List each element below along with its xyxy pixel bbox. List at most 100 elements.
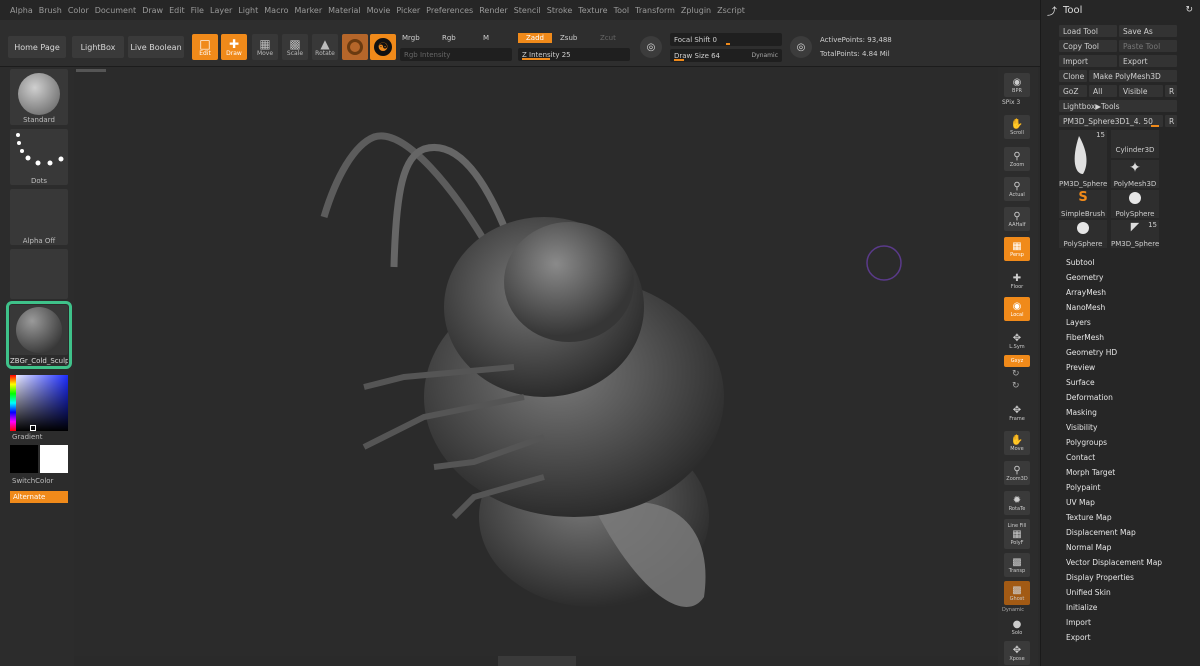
live-boolean-button[interactable]: Live Boolean [128,36,184,58]
menu-edit[interactable]: Edit [169,6,185,15]
menu-brush[interactable]: Brush [39,6,62,15]
menu-document[interactable]: Document [95,6,136,15]
subpalette-preview[interactable]: Preview [1066,363,1095,372]
paste-tool-button[interactable]: Paste Tool [1119,40,1177,52]
color-picker-handle[interactable] [30,425,36,431]
menu-alpha[interactable]: Alpha [10,6,33,15]
lightbox-tools-button[interactable]: Lightbox▶Tools [1059,100,1177,112]
menu-material[interactable]: Material [328,6,361,15]
draw-size-slider[interactable]: Draw Size 64 Dynamic [670,49,782,62]
subpalette-uv-map[interactable]: UV Map [1066,498,1095,507]
z-intensity-slider[interactable]: Z Intensity 25 [518,48,630,61]
rgb-button[interactable]: Rgb [442,34,456,42]
dynamic-size-icon[interactable]: ◎ [790,36,812,58]
ghost-button[interactable]: ▩ Ghost [1004,581,1030,605]
menu-stroke[interactable]: Stroke [547,6,573,15]
xyz-button[interactable]: Gxyz [1004,355,1030,367]
tool-tile[interactable]: PolySphere [1059,220,1107,248]
move-view-button[interactable]: ✋ Move [1004,431,1030,455]
zoom3d-button[interactable]: ⚲ Zoom3D [1004,461,1030,485]
transp-button[interactable]: ▩ Transp [1004,553,1030,577]
spix-slider[interactable]: SPix 3 [1002,99,1020,106]
focal-shift-icon[interactable]: ◎ [640,36,662,58]
goz-button[interactable]: GoZ [1059,85,1087,97]
export-button[interactable]: Export [1119,55,1177,67]
menu-texture[interactable]: Texture [578,6,607,15]
menu-picker[interactable]: Picker [396,6,420,15]
actual-button[interactable]: ⚲ Actual [1004,177,1030,201]
subpalette-polygroups[interactable]: Polygroups [1066,438,1107,447]
mrgb-button[interactable]: Mrgb [402,34,420,42]
menu-stencil[interactable]: Stencil [514,6,541,15]
subpalette-masking[interactable]: Masking [1066,408,1097,417]
focal-shift-slider[interactable]: Focal Shift 0 [670,33,782,46]
zadd-button[interactable]: Zadd [518,33,552,43]
subpalette-import[interactable]: Import [1066,618,1091,627]
menu-draw[interactable]: Draw [142,6,163,15]
rotate-z-icon[interactable]: ↻ [1012,381,1020,391]
subpalette-unified-skin[interactable]: Unified Skin [1066,588,1111,597]
material-thumbnail[interactable] [10,305,68,355]
subpalette-displacement-map[interactable]: Displacement Map [1066,528,1136,537]
rgb-intensity-slider[interactable]: Rgb Intensity [400,48,512,61]
xpose-button[interactable]: ✥ Xpose [1004,641,1030,665]
switch-color-button[interactable]: SwitchColor [12,477,53,485]
frame-button[interactable]: ✥ Frame [1004,401,1030,425]
subpalette-polypaint[interactable]: Polypaint [1066,483,1101,492]
dynamic-toggle[interactable]: Dynamic [752,52,778,59]
tool-tile[interactable]: 15 PM3D_Sphere3D [1059,130,1107,188]
edit-mode-button[interactable]: □ Edit [192,34,218,60]
palette-refresh-icon[interactable]: ↻ [1185,5,1193,15]
polyf-button[interactable]: Line Fill ▦ PolyF [1004,519,1030,549]
gradient-label[interactable]: Gradient [12,433,42,441]
menu-file[interactable]: File [191,6,204,15]
subpalette-subtool[interactable]: Subtool [1066,258,1094,267]
menu-layer[interactable]: Layer [210,6,232,15]
material-swatch-button[interactable] [342,34,368,60]
aahalf-button[interactable]: ⚲ AAHalf [1004,207,1030,231]
persp-button[interactable]: ▦ Persp [1004,237,1030,261]
menu-color[interactable]: Color [68,6,89,15]
subpalette-visibility[interactable]: Visibility [1066,423,1097,432]
scroll-button[interactable]: ✋ Scroll [1004,115,1030,139]
subpalette-morph-target[interactable]: Morph Target [1066,468,1115,477]
tool-palette-header[interactable]: ⤴ Tool ↻ [1041,0,1200,20]
menu-tool[interactable]: Tool [614,6,630,15]
subpalette-nanomesh[interactable]: NanoMesh [1066,303,1105,312]
color-picker[interactable] [10,375,68,431]
scale-mode-button[interactable]: ▩ Scale [282,34,308,60]
make-polymesh-button[interactable]: Make PolyMesh3D [1089,70,1177,82]
tool-tile[interactable]: Cylinder3D [1111,130,1159,158]
menu-preferences[interactable]: Preferences [426,6,473,15]
lightbox-button[interactable]: LightBox [72,36,124,58]
subpalette-geometry-hd[interactable]: Geometry HD [1066,348,1117,357]
subpalette-arraymesh[interactable]: ArrayMesh [1066,288,1106,297]
menu-zscript[interactable]: Zscript [717,6,745,15]
menu-marker[interactable]: Marker [294,6,322,15]
subpalette-texture-map[interactable]: Texture Map [1066,513,1112,522]
zcut-button[interactable]: Zcut [600,34,616,42]
subpalette-export[interactable]: Export [1066,633,1091,642]
current-tool-slider[interactable]: PM3D_Sphere3D1_4. 50 [1059,115,1163,127]
m-button[interactable]: M [483,34,489,42]
menu-render[interactable]: Render [479,6,507,15]
secondary-color-swatch[interactable] [40,445,68,473]
bottom-tray-handle[interactable] [498,656,576,666]
tool-tile[interactable]: ✦ PolyMesh3D [1111,160,1159,188]
bpr-button[interactable]: ◉ BPR [1004,73,1030,97]
tool-tile[interactable]: PolySphere [1111,190,1159,218]
draw-mode-button[interactable]: ✚ Draw [221,34,247,60]
rotate-view-button[interactable]: ✹ RotaTe [1004,491,1030,515]
load-tool-button[interactable]: Load Tool [1059,25,1117,37]
subpalette-display-properties[interactable]: Display Properties [1066,573,1134,582]
goz-visible-button[interactable]: Visible [1119,85,1163,97]
lsym-button[interactable]: ✥ L.Sym [1004,329,1030,353]
goz-r-button[interactable]: R [1165,85,1177,97]
goz-all-button[interactable]: All [1089,85,1117,97]
brush-swatch-button[interactable]: ☯ [370,34,396,60]
local-button[interactable]: ◉ Local [1004,297,1030,321]
rotate-mode-button[interactable]: ▲ Rotate [312,34,338,60]
texture-thumbnail[interactable] [10,249,68,299]
solo-button[interactable]: ● Solo [1004,615,1030,639]
subpalette-surface[interactable]: Surface [1066,378,1095,387]
